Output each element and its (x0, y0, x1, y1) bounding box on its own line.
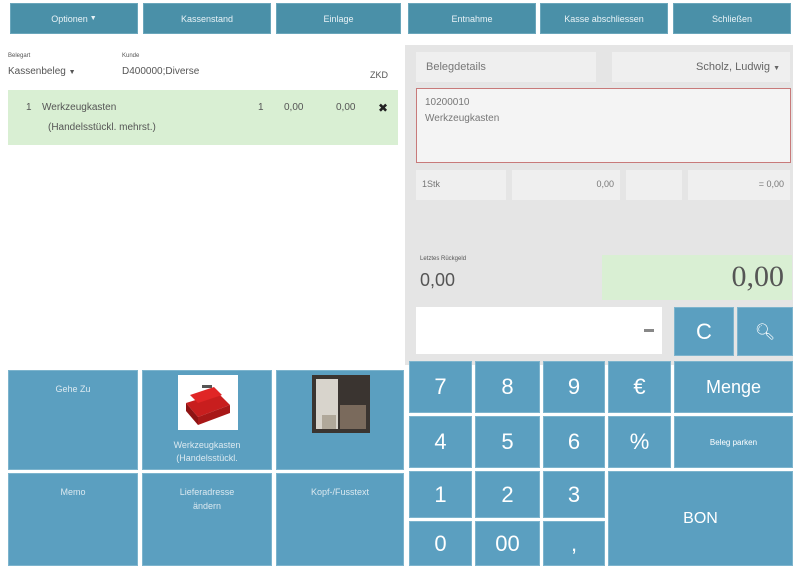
position-number: 1 (26, 102, 32, 113)
product-photo-icon (312, 375, 370, 433)
lieferadresse-label: Lieferadresse ändern (179, 487, 235, 511)
beleg-parken-label: Beleg parken (709, 437, 758, 447)
kassenstand-label: Kassenstand (180, 13, 234, 24)
key-8[interactable]: 8 (475, 361, 540, 413)
key-label: 0 (434, 530, 447, 556)
key-4[interactable]: 4 (409, 416, 472, 468)
belegart-value: Kassenbeleg (8, 66, 66, 77)
position-name: Werkzeugkasten (42, 102, 117, 113)
optionen-button[interactable]: Optionen ▼ (10, 3, 138, 34)
user-select[interactable]: Scholz, Ludwig ▼ (612, 52, 790, 82)
search-icon: 🔍︎ (754, 323, 776, 341)
position-subtitle: (Handelsstückl. mehrst.) (48, 122, 156, 133)
key-label: 5 (501, 429, 514, 454)
discount-field[interactable] (626, 170, 682, 200)
belegdetails-label: Belegdetails (426, 61, 486, 73)
gehe-zu-button[interactable]: Gehe Zu (8, 370, 138, 470)
key-00[interactable]: 00 (475, 521, 540, 566)
toolbox-icon (178, 375, 238, 430)
key-label: 8 (501, 374, 514, 399)
article-info-box: 10200010 Werkzeugkasten (416, 88, 791, 163)
belegart-label: Belegart (8, 53, 31, 59)
table-row[interactable]: 1 Werkzeugkasten (Handelsstückl. mehrst.… (8, 90, 398, 145)
total-value: 0,00 (731, 260, 785, 293)
kopf-fusstext-label: Kopf-/Fusstext (310, 487, 370, 497)
schliessen-label: Schließen (711, 13, 753, 24)
kasse-abschliessen-label: Kasse abschliessen (564, 13, 644, 24)
menge-button[interactable]: Menge (674, 361, 793, 413)
key-label: 9 (567, 374, 581, 399)
memo-button[interactable]: Memo (8, 473, 138, 566)
key-9[interactable]: 9 (543, 361, 605, 413)
zkd-label: ZKD (370, 70, 388, 80)
key-1[interactable]: 1 (409, 471, 472, 518)
kasse-abschliessen-button[interactable]: Kasse abschliessen (540, 3, 668, 34)
kunde-label: Kunde (122, 53, 140, 59)
key-label: 4 (434, 429, 447, 454)
key-7[interactable]: 7 (409, 361, 472, 413)
menge-label: Menge (705, 376, 762, 397)
total-display: 0,00 (602, 255, 792, 300)
key-label: % (629, 429, 650, 454)
belegdetails-button[interactable]: Belegdetails (416, 52, 596, 82)
key-label: , (570, 530, 578, 556)
memo-label: Memo (60, 487, 86, 497)
caret-down-icon: ▼ (773, 65, 780, 72)
position-qty: 1 (258, 102, 264, 113)
werkzeugkasten-label: Werkzeugkasten (Handelsstückl. (173, 440, 241, 463)
optionen-label: Optionen (51, 13, 88, 24)
delete-icon[interactable]: ✖ (378, 101, 388, 115)
article-image-tile[interactable] (276, 370, 404, 470)
key-3[interactable]: 3 (543, 471, 605, 518)
key-comma[interactable]: , (543, 521, 605, 566)
position-price: 0,00 (284, 102, 304, 113)
keyboard-icon[interactable]: ▬ (644, 324, 654, 335)
clear-label: C (696, 318, 712, 344)
key-6[interactable]: 6 (543, 416, 605, 468)
key-5[interactable]: 5 (475, 416, 540, 468)
bon-label: BON (683, 509, 718, 527)
article-number: 10200010 (425, 97, 470, 108)
unit-field[interactable]: 1Stk (416, 170, 506, 200)
belegart-select[interactable]: Kassenbeleg ▼ (8, 66, 76, 77)
entnahme-label: Entnahme (451, 13, 493, 24)
user-name: Scholz, Ludwig (696, 61, 770, 73)
entnahme-button[interactable]: Entnahme (408, 3, 536, 34)
caret-down-icon: ▼ (68, 69, 76, 76)
gehe-zu-label: Gehe Zu (55, 384, 91, 394)
key-percent[interactable]: % (608, 416, 671, 468)
kunde-value[interactable]: D400000;Diverse (122, 66, 199, 77)
einlage-button[interactable]: Einlage (276, 3, 401, 34)
last-change-value: 0,00 (420, 270, 456, 290)
last-change-label: Letztes Rückgeld (420, 256, 467, 262)
key-label: 1 (434, 481, 447, 507)
key-euro[interactable]: € (608, 361, 671, 413)
key-0[interactable]: 0 (409, 521, 472, 566)
lieferadresse-button[interactable]: Lieferadresse ändern (142, 473, 272, 566)
line-total-field: = 0,00 (688, 170, 790, 200)
position-total: 0,00 (336, 102, 356, 113)
key-label: 7 (434, 374, 447, 399)
einlage-label: Einlage (323, 13, 354, 24)
key-label: 2 (501, 481, 514, 507)
key-label: 00 (495, 530, 520, 556)
schliessen-button[interactable]: Schließen (673, 3, 791, 34)
caret-down-icon: ▼ (89, 15, 97, 22)
key-label: 3 (567, 481, 581, 507)
key-2[interactable]: 2 (475, 471, 540, 518)
bon-button[interactable]: BON (608, 471, 793, 566)
key-label: € (633, 374, 646, 399)
article-name: Werkzeugkasten (425, 113, 500, 124)
kassenstand-button[interactable]: Kassenstand (143, 3, 271, 34)
clear-button[interactable]: C (674, 307, 734, 356)
beleg-parken-button[interactable]: Beleg parken (674, 416, 793, 468)
scan-input[interactable]: ▬ (416, 307, 662, 354)
key-label: 6 (567, 429, 581, 454)
werkzeugkasten-tile[interactable]: Werkzeugkasten (Handelsstückl. (142, 370, 272, 470)
unit-price-field[interactable]: 0,00 (512, 170, 620, 200)
kopf-fusstext-button[interactable]: Kopf-/Fusstext (276, 473, 404, 566)
search-button[interactable]: 🔍︎ (737, 307, 793, 356)
